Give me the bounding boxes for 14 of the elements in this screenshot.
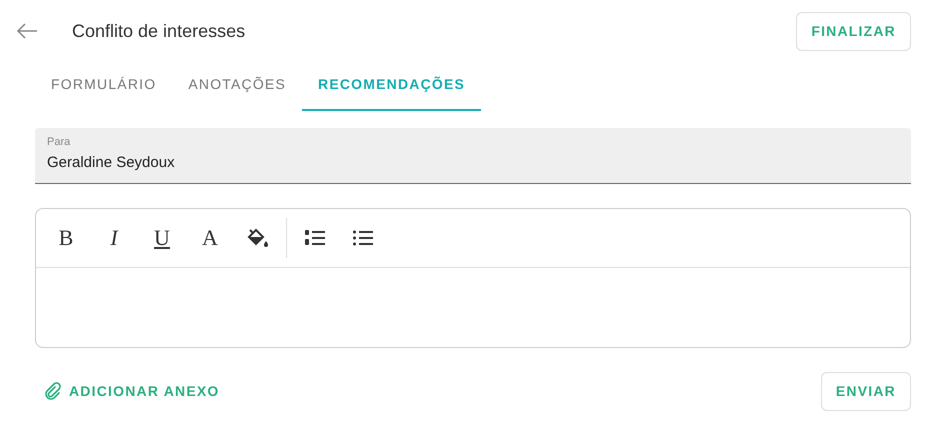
tab[interactable]: ANOTAÇÕES — [172, 62, 302, 111]
underline-button[interactable]: U — [138, 218, 186, 258]
italic-button[interactable]: I — [90, 218, 138, 258]
text-color-button[interactable]: A — [186, 218, 234, 258]
page-title: Conflito de interesses — [72, 20, 246, 42]
bold-button[interactable]: B — [42, 218, 90, 258]
recipient-field[interactable]: Para Geraldine Seydoux — [35, 128, 911, 184]
paperclip-icon — [45, 382, 61, 400]
bullet-list-icon — [353, 230, 373, 246]
numbered-list-icon — [305, 228, 325, 246]
field-label: Para — [47, 135, 72, 150]
tab[interactable]: FORMULÁRIO — [35, 62, 172, 111]
fill-color-icon — [247, 226, 269, 248]
recipient-input[interactable]: Geraldine Seydoux — [47, 152, 899, 174]
